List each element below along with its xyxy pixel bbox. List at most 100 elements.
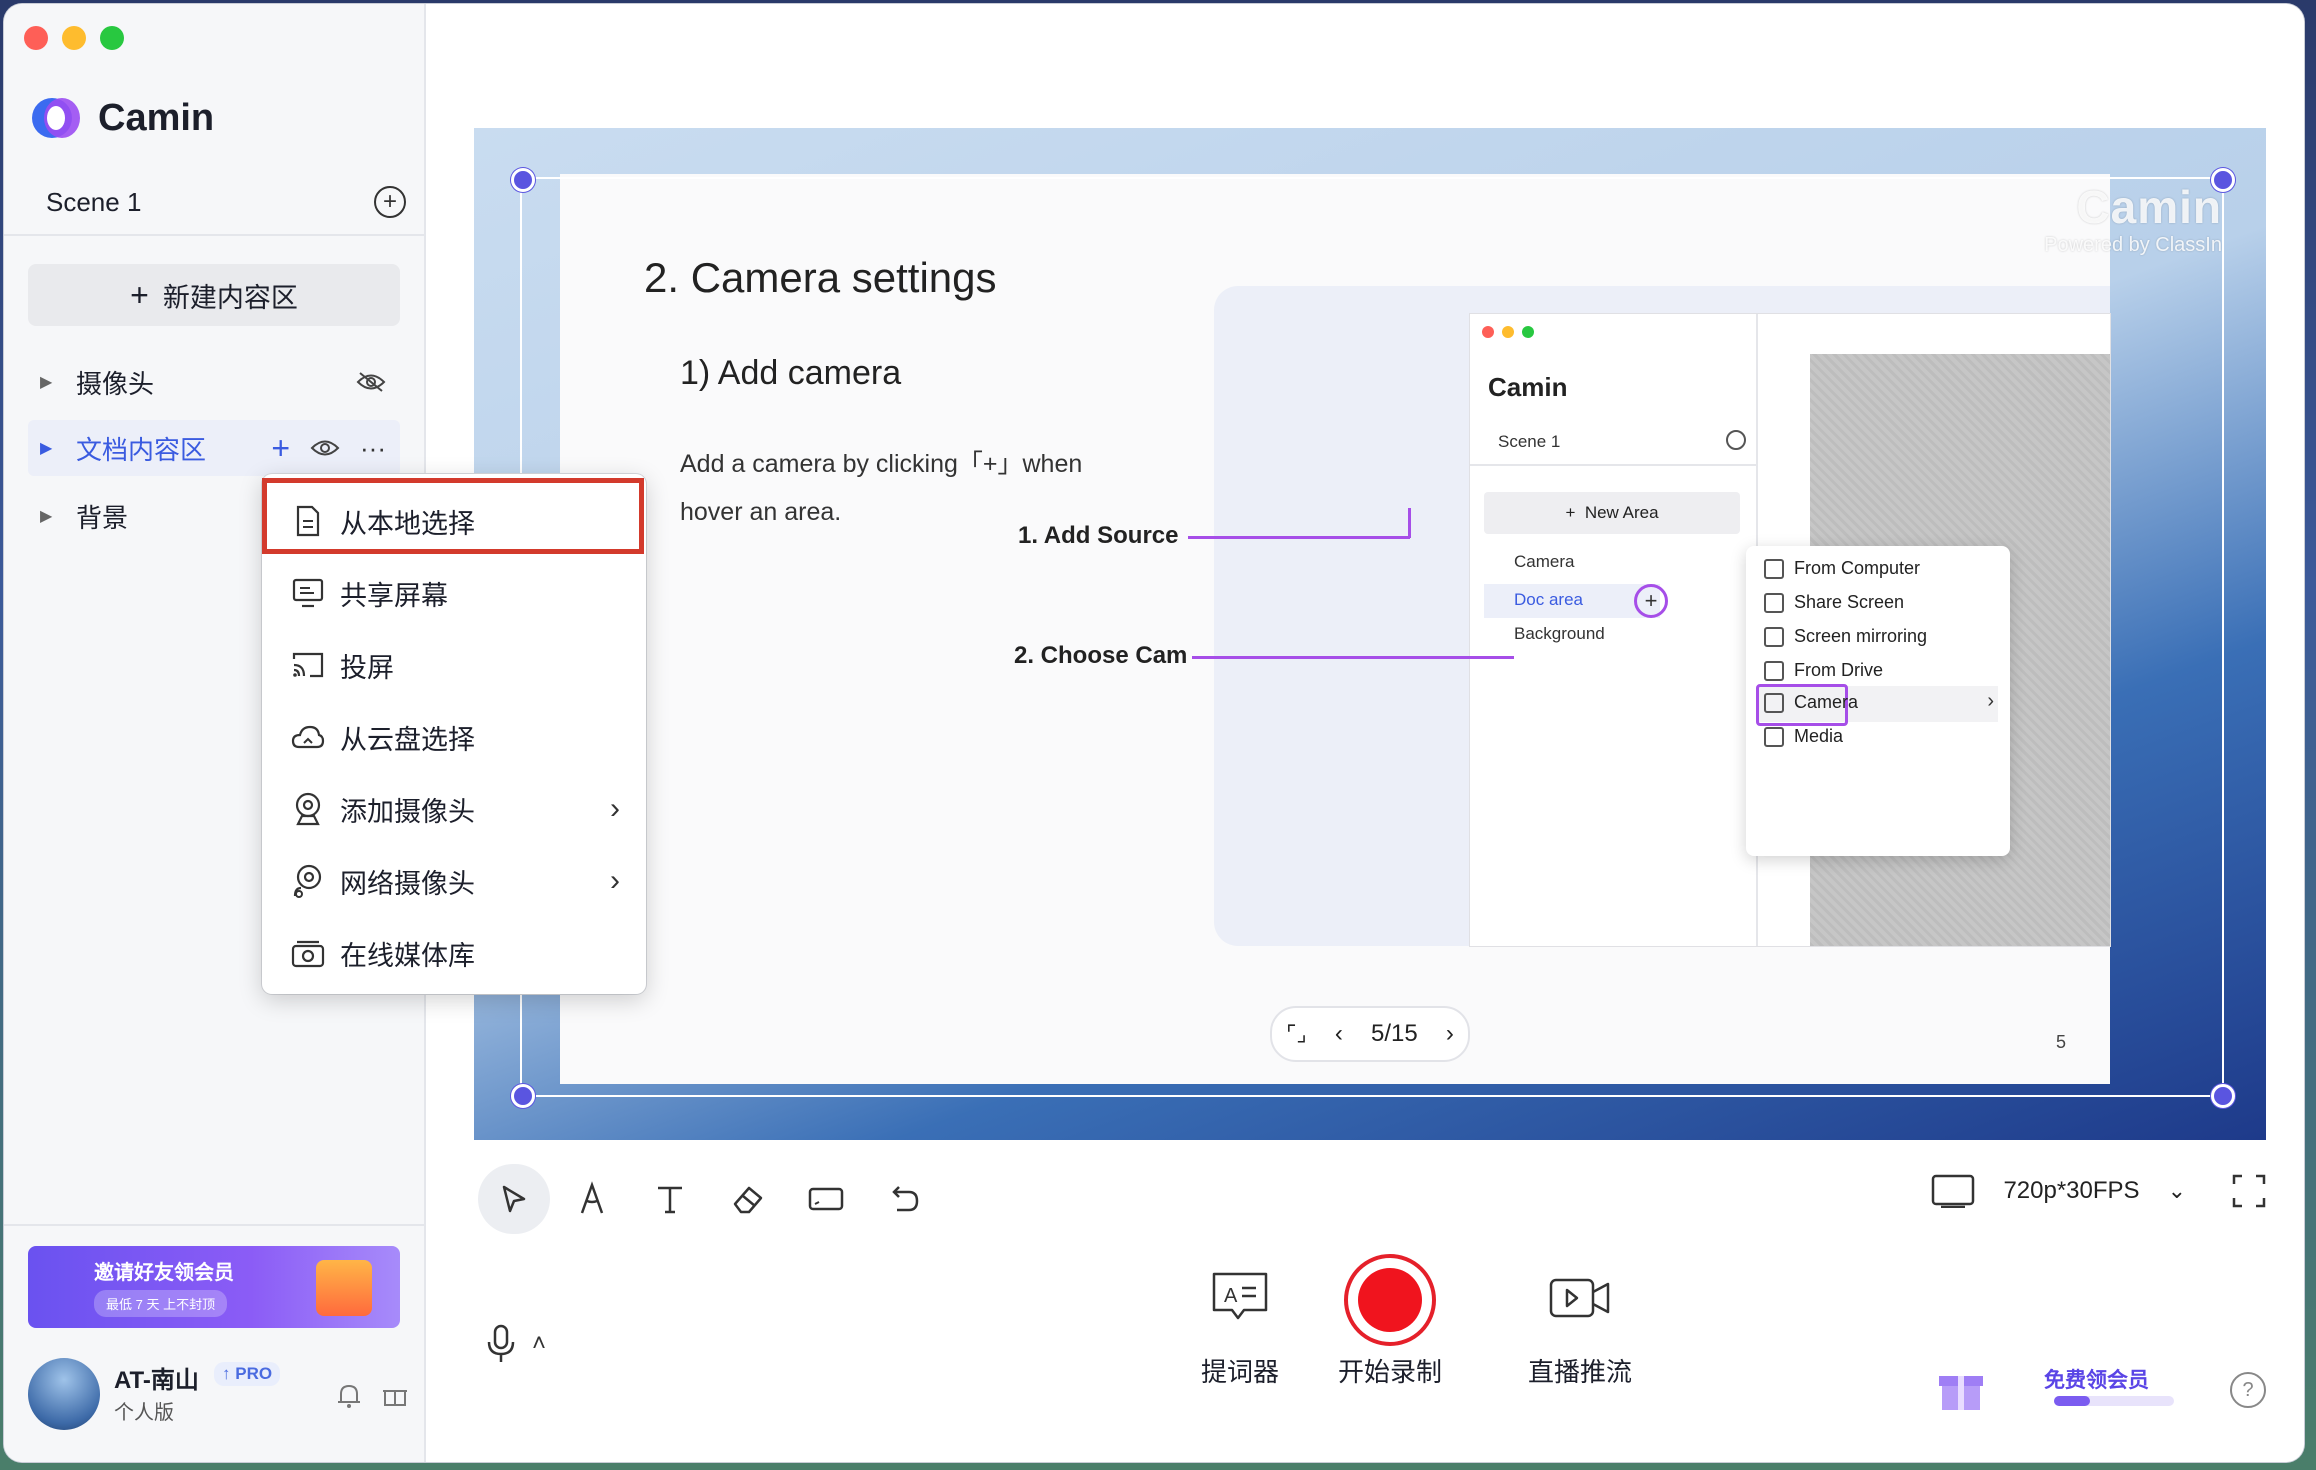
svg-text:A: A xyxy=(1224,1285,1238,1307)
menu-item-media-library[interactable]: 在线媒体库 xyxy=(264,918,644,988)
laser-icon xyxy=(808,1187,844,1211)
bell-icon[interactable] xyxy=(336,1382,362,1410)
chevron-right-icon: › xyxy=(610,792,620,825)
user-plan: 个人版 xyxy=(114,1402,174,1424)
gift-icon xyxy=(1939,1376,1983,1410)
chevron-down-icon[interactable]: ⌄ xyxy=(2168,1178,2186,1204)
camin-logo-icon xyxy=(32,98,80,138)
menu-item-label: 从云盘选择 xyxy=(340,724,475,755)
main-area: 2. Camera settings 1) Add camera Add a c… xyxy=(426,4,2304,1462)
maximize-window-button[interactable] xyxy=(100,26,124,50)
resolution-select[interactable]: 720p*30FPS xyxy=(2003,1177,2139,1205)
pro-badge: ↑ PRO xyxy=(214,1362,281,1386)
chevron-right-icon: › xyxy=(610,864,620,897)
menu-item-cast[interactable]: 投屏 xyxy=(264,630,644,700)
menu-item-share-screen[interactable]: 共享屏幕 xyxy=(264,558,644,628)
webcam-icon xyxy=(290,791,326,827)
invite-promo-banner[interactable]: 邀请好友领会员 最低 7 天 上不封顶 xyxy=(28,1246,400,1328)
tree-item-doc-area[interactable]: ▶ 文档内容区 + ··· xyxy=(28,420,400,476)
resize-handle[interactable] xyxy=(2211,168,2235,192)
close-window-button[interactable] xyxy=(24,26,48,50)
fullscreen-icon[interactable] xyxy=(2232,1174,2266,1208)
menu-item-add-camera[interactable]: 添加摄像头 › xyxy=(264,774,644,844)
app-logo: Camin xyxy=(30,96,214,140)
eraser-tool[interactable] xyxy=(712,1164,784,1234)
laser-pointer-tool[interactable] xyxy=(790,1164,862,1234)
divider xyxy=(4,1224,424,1226)
record-dot xyxy=(1358,1268,1422,1332)
resize-handle[interactable] xyxy=(511,168,535,192)
tree-item-camera[interactable]: ▶ 摄像头 xyxy=(28,354,400,410)
output-settings: 720p*30FPS ⌄ xyxy=(1931,1174,2266,1208)
resize-handle[interactable] xyxy=(511,1084,535,1108)
minimize-window-button[interactable] xyxy=(62,26,86,50)
cursor-icon xyxy=(502,1185,526,1213)
preview-canvas[interactable]: 2. Camera settings 1) Add camera Add a c… xyxy=(474,128,2266,1140)
menu-item-label: 在线媒体库 xyxy=(340,940,475,971)
microphone-icon[interactable] xyxy=(486,1324,516,1364)
record-label: 开始录制 xyxy=(1337,1357,1442,1387)
user-profile[interactable]: AT-南山 ↑ PRO 个人版 xyxy=(28,1354,408,1434)
monitor-icon xyxy=(290,575,326,611)
menu-item-label: 网络摄像头 xyxy=(340,868,475,899)
window-controls xyxy=(24,26,124,50)
resize-handle[interactable] xyxy=(2211,1084,2235,1108)
gift-box-icon[interactable] xyxy=(382,1382,408,1408)
menu-item-cloud[interactable]: 从云盘选择 xyxy=(264,702,644,772)
cast-icon xyxy=(290,647,326,683)
free-vip-promo[interactable]: 免费领会员 xyxy=(1936,1364,2194,1414)
text-icon xyxy=(658,1186,682,1214)
menu-item-label: 添加摄像头 xyxy=(340,796,475,827)
pen-tool[interactable] xyxy=(556,1164,628,1234)
network-cam-icon xyxy=(290,863,326,899)
more-icon[interactable]: ··· xyxy=(360,435,386,461)
eye-off-icon[interactable] xyxy=(356,371,386,393)
pen-icon xyxy=(580,1181,604,1214)
menu-item-label: 投屏 xyxy=(340,652,394,683)
undo-tool[interactable] xyxy=(868,1164,940,1234)
teleprompter-icon: A xyxy=(1212,1272,1268,1320)
plus-icon: + xyxy=(130,276,149,313)
eye-icon[interactable] xyxy=(310,437,340,459)
gift-icon xyxy=(316,1260,372,1316)
live-stream-label: 直播推流 xyxy=(1527,1357,1632,1387)
selection-frame xyxy=(520,177,2224,1097)
chevron-up-icon[interactable]: ˄ xyxy=(532,1330,546,1358)
menu-item-label: 共享屏幕 xyxy=(340,580,448,611)
add-source-menu: 从本地选择 共享屏幕 投屏 从云盘选择 添加摄像头 › 网络摄像头 › 在线媒体… xyxy=(262,474,646,994)
media-library-icon xyxy=(290,935,326,971)
menu-item-network-camera[interactable]: 网络摄像头 › xyxy=(264,846,644,916)
vip-progress-fill xyxy=(2054,1396,2090,1406)
live-stream-icon xyxy=(1549,1278,1610,1318)
eraser-icon xyxy=(733,1186,763,1214)
add-scene-icon[interactable]: + xyxy=(374,186,406,218)
scene-selector[interactable]: Scene 1 + xyxy=(4,170,424,236)
promo-subtitle: 最低 7 天 上不封顶 xyxy=(94,1290,228,1317)
caret-right-icon[interactable]: ▶ xyxy=(40,372,52,392)
app-name: Camin xyxy=(98,96,215,139)
caret-right-icon[interactable]: ▶ xyxy=(40,506,52,526)
drawing-toolbar: 720p*30FPS ⌄ xyxy=(474,1164,2266,1234)
help-icon[interactable]: ? xyxy=(2230,1372,2266,1408)
teleprompter-label: 提词器 xyxy=(1200,1357,1279,1387)
avatar[interactable] xyxy=(28,1358,100,1430)
screen-ratio-icon[interactable] xyxy=(1931,1174,1975,1208)
select-tool[interactable] xyxy=(478,1164,550,1234)
vip-label-group: 免费领会员 xyxy=(1994,1364,2194,1414)
menu-item-local-file[interactable]: 从本地选择 xyxy=(262,478,644,556)
app-window: Camin Scene 1 + + 新建内容区 ▶ 摄像头 ▶ 文档内容区 + … xyxy=(4,4,2304,1462)
user-name: AT-南山 xyxy=(114,1367,199,1394)
new-area-label: 新建内容区 xyxy=(162,282,298,313)
cloud-icon xyxy=(290,719,326,755)
record-icon xyxy=(1344,1254,1436,1346)
tree-item-label: 背景 xyxy=(76,502,129,533)
microphone-control: ˄ xyxy=(486,1324,546,1364)
vip-label: 免费领会员 xyxy=(2044,1369,2149,1392)
new-area-button[interactable]: + 新建内容区 xyxy=(28,264,400,326)
caret-right-icon[interactable]: ▶ xyxy=(40,438,52,458)
vip-progress-bar xyxy=(2054,1396,2174,1406)
promo-title: 邀请好友领会员 xyxy=(94,1262,234,1284)
pro-badge-text: PRO xyxy=(235,1364,273,1383)
text-tool[interactable] xyxy=(634,1164,706,1234)
add-source-icon[interactable]: + xyxy=(271,432,290,464)
